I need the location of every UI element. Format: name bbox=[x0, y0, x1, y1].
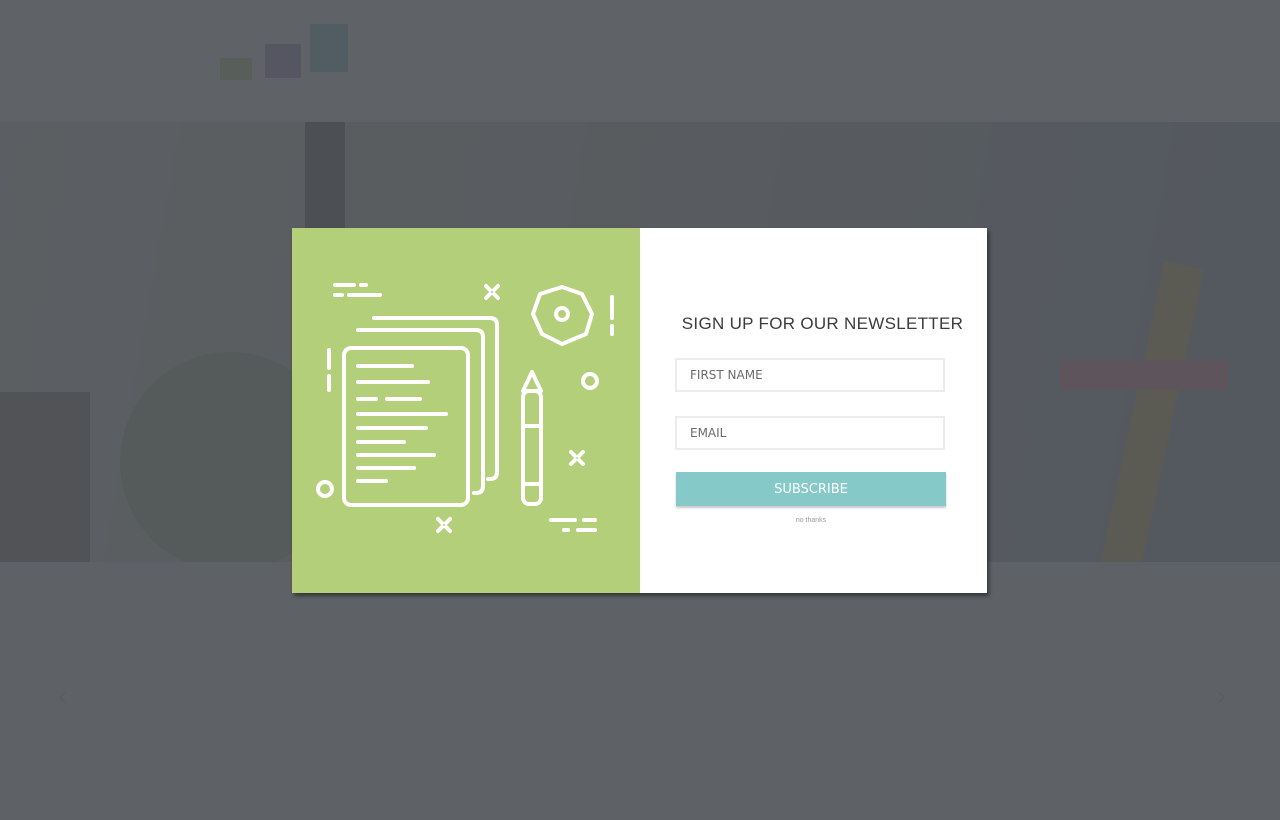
modal-title: SIGN UP FOR OUR NEWSLETTER bbox=[681, 314, 964, 333]
email-input[interactable] bbox=[675, 416, 945, 450]
documents-pencil-illustration-icon bbox=[316, 283, 614, 533]
newsletter-modal: SIGN UP FOR OUR NEWSLETTER SUBSCRIBE no … bbox=[292, 228, 987, 593]
subscribe-button[interactable]: SUBSCRIBE bbox=[676, 472, 946, 506]
first-name-input[interactable] bbox=[675, 358, 945, 392]
sparkle bbox=[484, 284, 500, 300]
no-thanks-link[interactable]: no thanks bbox=[676, 517, 946, 524]
modal-form-panel: SIGN UP FOR OUR NEWSLETTER SUBSCRIBE no … bbox=[640, 228, 987, 593]
modal-art-panel bbox=[292, 228, 640, 593]
